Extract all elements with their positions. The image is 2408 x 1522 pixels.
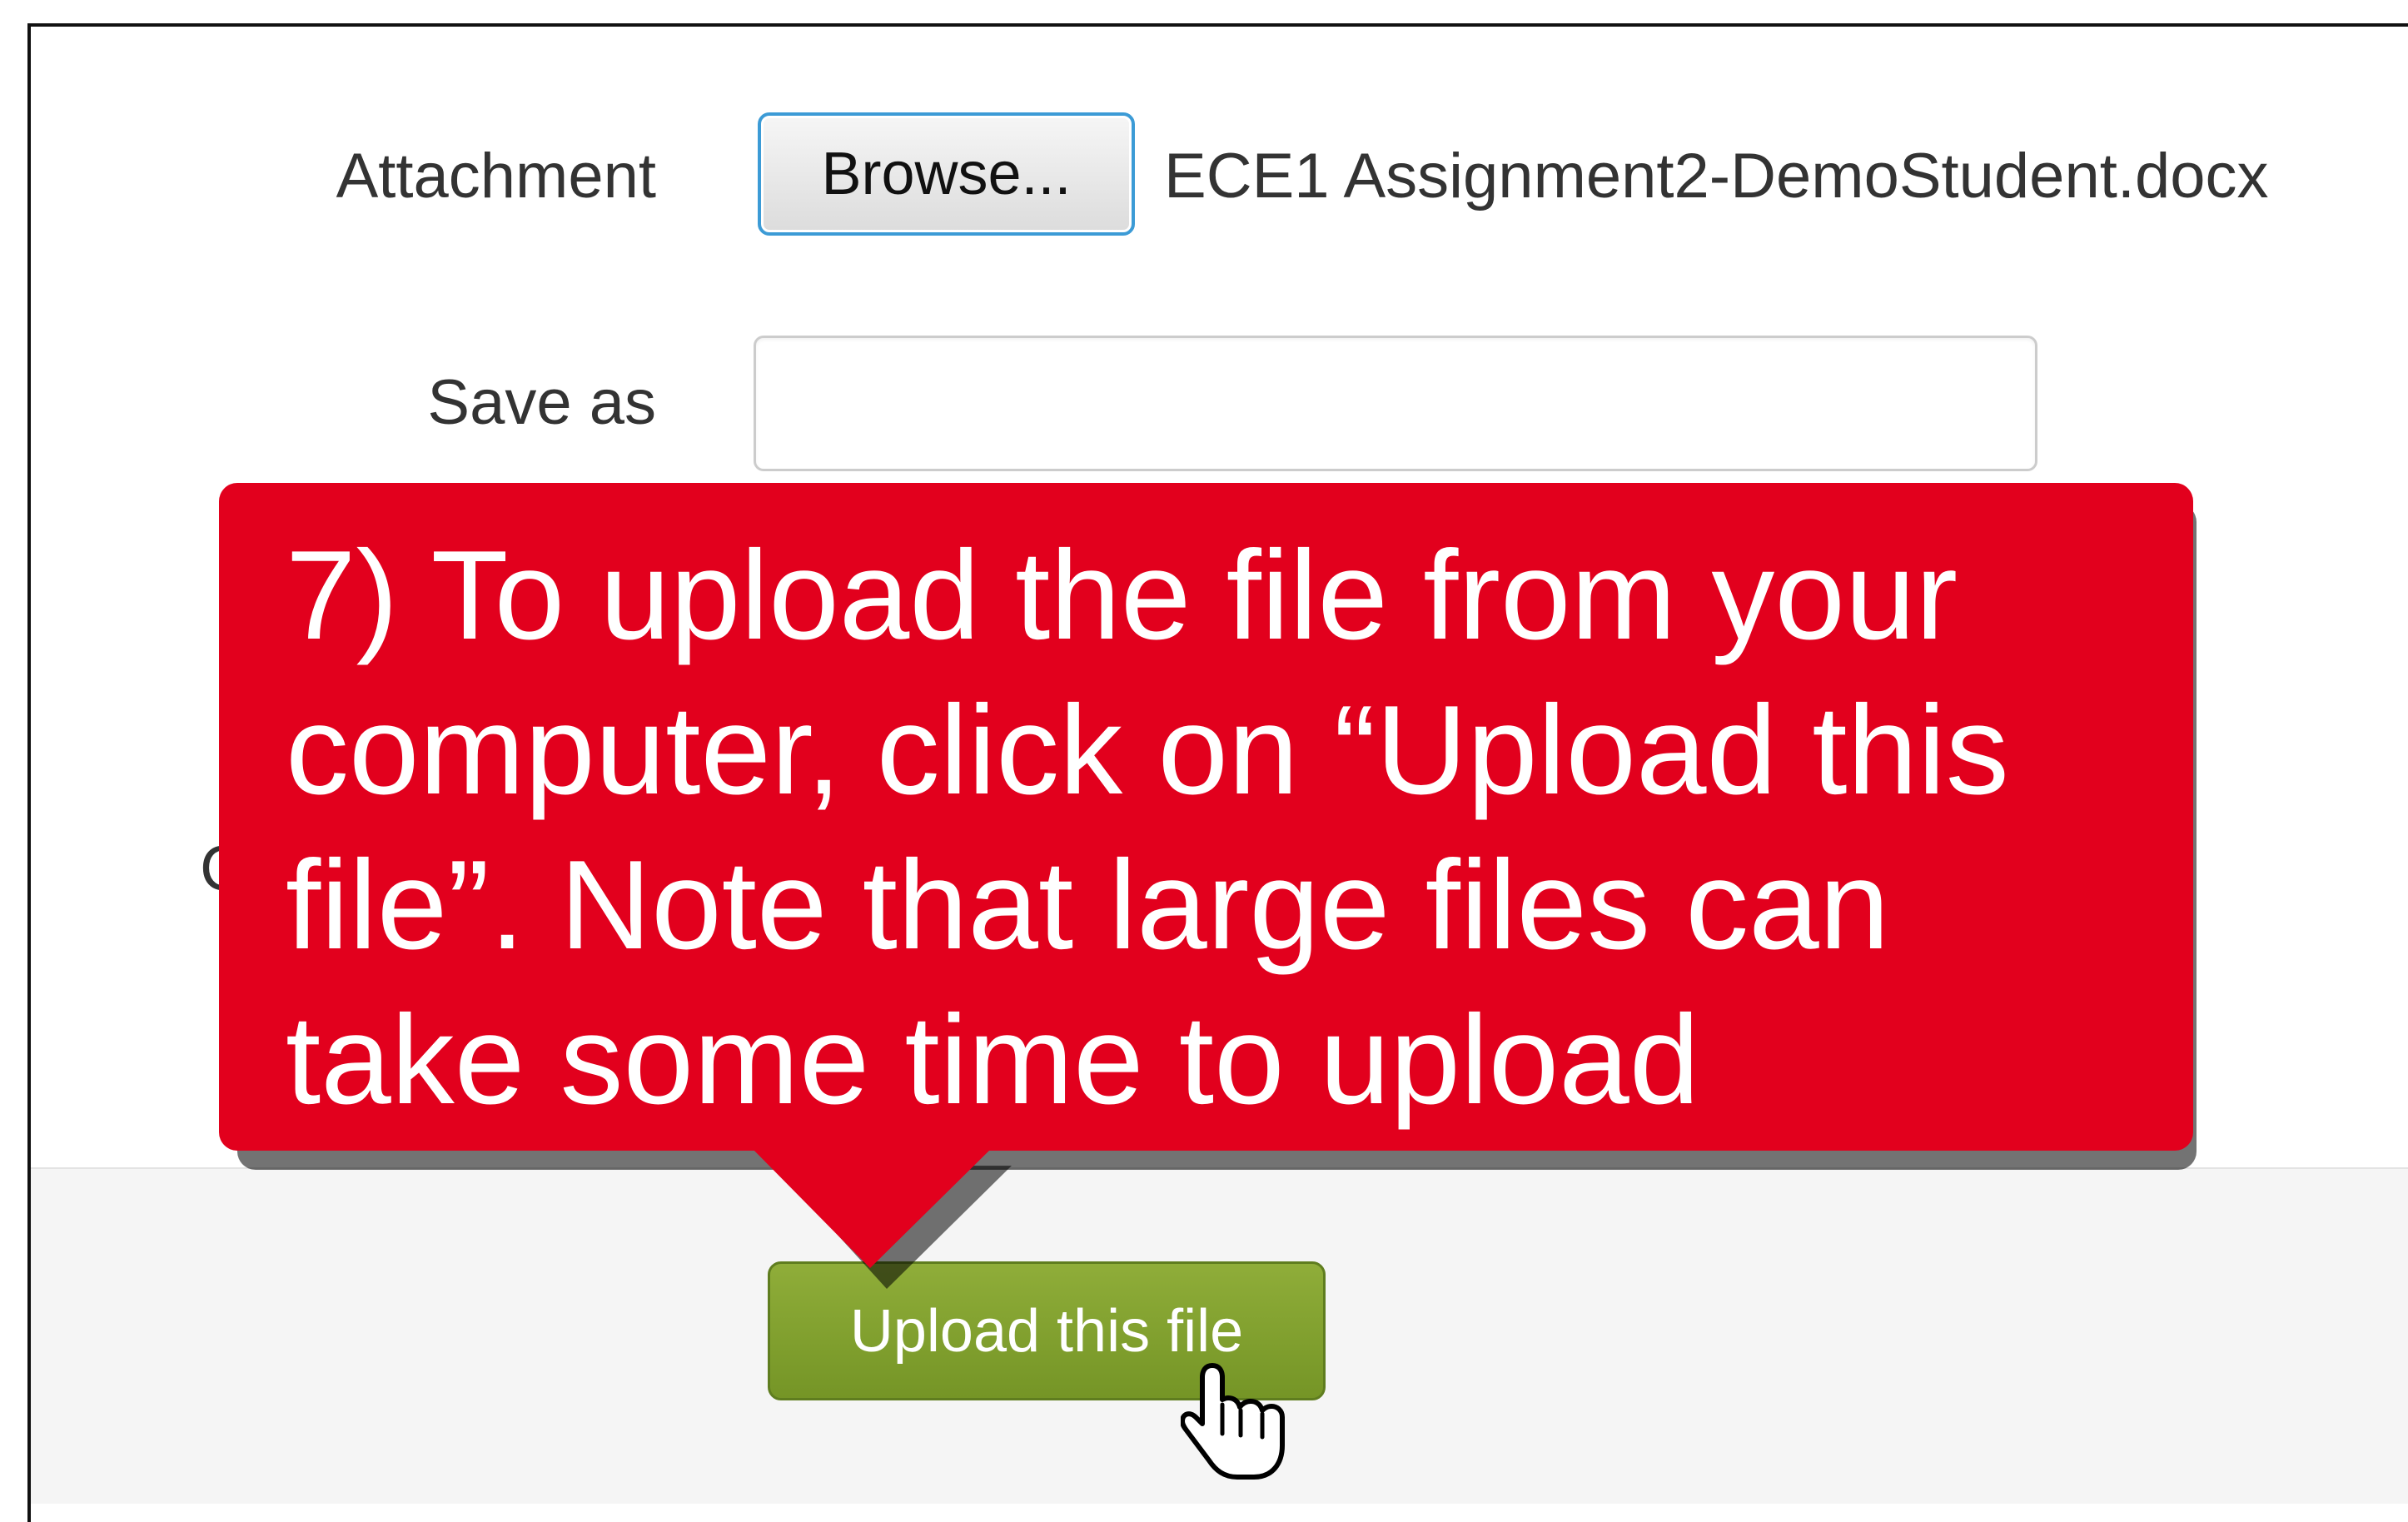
save-as-input[interactable] [754, 336, 2037, 471]
save-as-label: Save as [427, 367, 656, 438]
hand-pointer-icon [1181, 1363, 1285, 1480]
attachment-label: Attachment [336, 141, 656, 211]
instruction-callout: 7) To upload the file from your computer… [219, 483, 2193, 1151]
callout-text: 7) To upload the file from your computer… [286, 525, 2009, 1131]
browse-button[interactable]: Browse... [758, 112, 1135, 236]
selected-file-name: ECE1 Assignment2-DemoStudent.docx [1164, 141, 2269, 211]
